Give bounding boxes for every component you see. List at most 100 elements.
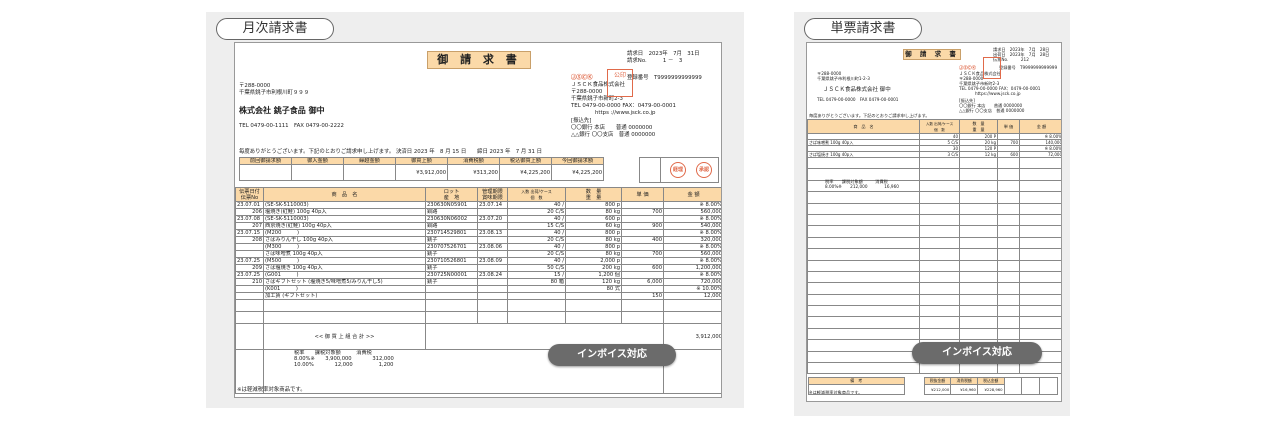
cell-name: さばみりん干し 100g 40p入 (263, 236, 426, 244)
cell-code: (M500 ) (263, 257, 426, 265)
summary-header: 御入金額 (291, 157, 344, 165)
cell-name: さば塩焼き 100g 40p入 (263, 264, 426, 272)
document-title: 御 請 求 書 (903, 49, 961, 60)
cell-lot: 230710526801 (425, 257, 478, 265)
cell-amt2 (565, 292, 622, 300)
remarks-label: 備 考 (808, 377, 905, 385)
empty-row (807, 156, 1061, 170)
cell-price: 150 (621, 292, 664, 300)
cell-amt1: 2,000 p (565, 257, 622, 265)
table-row: 加工賃 (ギフトセット) 150 12,000 (235, 292, 721, 300)
cell-amt2: 80 kg (565, 236, 622, 244)
cell-total: 1,200,000 (663, 264, 721, 272)
cell-date (235, 243, 264, 251)
table-row: 23.07.01 (SE-SK-5110003) 230630N05901 23.07… (235, 201, 721, 209)
summary-value: ¥4,225,200 (551, 164, 604, 181)
invoice-compliant-badge: インボイス対応 (912, 342, 1042, 364)
greeting-line: 毎度ありがとうございます。下記のとおりご請求申し上げます。 (809, 113, 930, 118)
cell-name: 加工賃 (ギフトセット) (263, 292, 426, 300)
recipient-address: 千葉県銚子市利根川町1-2-3 (817, 76, 870, 81)
request-number: 請求No. 1 － 3 (627, 58, 683, 64)
items-header: 入数 出荷/ケース 個 数 (507, 187, 566, 202)
issuer-zip: 〒288-0000 (571, 89, 603, 95)
panel-label: 月次請求書 (216, 18, 334, 40)
empty-row (807, 305, 1061, 318)
table-row: さば味噌煮 100g 40p入 銚子 20 C/S 80 kg 700 560,000 (235, 250, 721, 258)
items-header: 管理期限 賞味期限 (477, 187, 508, 202)
summary-table: 前回御請求額 御入金額 繰越金額 御買上額 消費税額 税込御買上額 今回御請求額… (239, 157, 604, 181)
summary-header: 税込御買上額 (499, 157, 552, 165)
stamp-box-divider (660, 158, 661, 182)
tax-line-values: 8.00%※ 212,000 16,960 (825, 184, 899, 189)
cell-qty1: 40 / (507, 243, 566, 251)
cell-total: 560,000 (663, 250, 721, 258)
cell-qty2: 15 C/S (507, 222, 566, 230)
empty-row (807, 327, 1061, 341)
recipient-tel: TEL 0479-00-0000 FAX 0479-00-0001 (817, 97, 899, 102)
panel-label: 単票請求書 (804, 18, 922, 40)
cell-qty2: 20 C/S (507, 250, 566, 258)
cell-tax: ※ 10.00% (663, 285, 721, 293)
table-row: 206 塩焼き(紅鮭) 100g 40p入 銅路 20 C/S 80 kg 700 560,… (235, 208, 721, 216)
greeting-line: 毎度ありがとうございます。下記のとおりご請求申し上げます。 決済日 2023 年… (239, 149, 542, 155)
cell-price: 6,000 (621, 278, 664, 286)
cell-lot: 230707526701 (425, 243, 478, 251)
summary-value (239, 164, 292, 181)
items-body: 23.07.01 (SE-SK-5110003) 230630N05901 23.07… (235, 201, 721, 324)
bottom-header: 消費税額 (950, 377, 978, 385)
cell-total: 540,000 (663, 222, 721, 230)
cell-date: 23.07.25 (235, 271, 264, 279)
empty-row (807, 202, 1061, 215)
cell-tax: ※ 8.00% (663, 201, 721, 209)
footnote: ※は軽減税率対象商品です。 (237, 387, 306, 393)
cell-no: 207 (235, 222, 264, 230)
cell-amt2: 80 kg (565, 208, 622, 216)
single-invoice-panel: 単票請求書 御 請 求 書 請求日 2023年 7月 28日 出荷日 2023年… (794, 12, 1070, 416)
items-header: 数 量 重 量 (959, 119, 998, 134)
table-row: 23.07.15 (M200 ) 230714529801 23.08.13 40 /8… (235, 229, 721, 237)
cell-code: (M300 ) (263, 243, 426, 251)
table-row: 208 さばみりん干し 100g 40p入 銚子 20 C/S 80 kg 400 320,… (235, 236, 721, 244)
approve-stamp: 承認 (696, 162, 712, 178)
cell-lot: 230630N06002 (425, 215, 478, 223)
bottom-value: ¥228,960 (976, 384, 1005, 395)
document-title: 御 請 求 書 (427, 51, 531, 69)
cell-qty1: 15 / (507, 271, 566, 279)
cell-qty1 (507, 285, 566, 293)
cell-tax: ※ 8.00% (663, 257, 721, 265)
company-seal: 公印 (607, 69, 633, 97)
cell-amt2: 80 kg (565, 250, 622, 258)
cell-amt1: 800 p (565, 243, 622, 251)
items-body: 40 200 P ※ 8.00% さば味噌煮 100g 40p入 5 C/S 20 kg 7… (807, 133, 1061, 375)
table-row: 207 西京焼き(紅鮭) 100g 40p入 銅路 15 C/S 60 kg 900 540… (235, 222, 721, 230)
registration-number: 登録番号 T9999999999999 (627, 75, 702, 81)
items-header: 入数 出荷/ケース 個 数 (919, 119, 960, 134)
check-stamp: 経理 (670, 162, 686, 178)
cell-no (235, 250, 264, 258)
cell-code: (M200 ) (263, 229, 426, 237)
summary-value: ¥313,200 (447, 164, 500, 181)
cell-tax: ※ 8.00% (663, 271, 721, 279)
empty-row (807, 248, 1061, 261)
summary-value (343, 164, 396, 181)
summary-header: 前回御請求額 (239, 157, 292, 165)
summary-value: ¥3,912,000 (395, 164, 448, 181)
empty-row (807, 259, 1061, 272)
cell-amt1: 600 p (565, 215, 622, 223)
cell-date: 23.07.25 (235, 257, 264, 265)
empty-row (807, 225, 1061, 238)
cell-lim: 23.07.14 (477, 201, 508, 209)
cell-total: 560,000 (663, 208, 721, 216)
cell-amt1: 1,200 個 (565, 271, 622, 279)
items-header: 金 額 (1019, 119, 1061, 134)
cell-code: (G001 ) (263, 271, 426, 279)
recipient-name: 株式会社 銚子食品 御中 (239, 106, 325, 115)
table-row: 23.07.08 (SE-SK-5110003) 230630N06002 23.07… (235, 215, 721, 223)
cell-qty2: 50 C/S (507, 264, 566, 272)
total-value: 3,912,000 (663, 323, 721, 350)
company-seal (983, 57, 1001, 79)
empty-row (807, 270, 1061, 284)
cell-qty1: 40 / (507, 229, 566, 237)
bank-2: △△銀行 〇〇支店 普通 0000000 (959, 108, 1025, 113)
cell-lot: 230630N05901 (425, 201, 478, 209)
